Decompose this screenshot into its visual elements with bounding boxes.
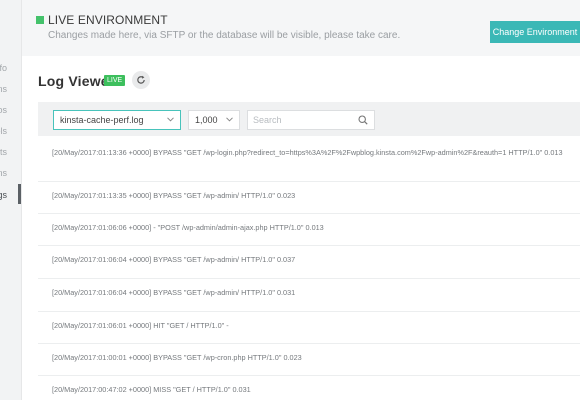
log-entry: [20/May/2017:01:13:36 +0000] BYPASS "GET… [38,142,580,182]
refresh-button[interactable] [132,71,150,89]
log-entry: [20/May/2017:01:06:06 +0000] - "POST /wp… [38,214,580,246]
log-entry: [20/May/2017:01:06:04 +0000] BYPASS "GET… [38,246,580,279]
chevron-down-icon [167,117,174,122]
log-file-select-value: kinsta-cache-perf.log [60,115,144,125]
change-environment-button[interactable]: Change Environment [490,21,580,43]
chevron-down-icon [226,117,233,122]
log-entry: [20/May/2017:01:13:35 +0000] BYPASS "GET… [38,182,580,214]
sidebar-item-info[interactable]: fo [0,63,7,73]
refresh-icon [137,75,145,84]
search-input[interactable] [248,111,356,129]
page-title: Log Viewer [38,73,115,89]
log-toolbar: kinsta-cache-perf.log 1,000 [38,102,580,136]
environment-title: LIVE ENVIRONMENT [48,13,168,27]
log-entry: [20/May/2017:01:00:01 +0000] BYPASS "GET… [38,344,580,376]
sidebar-item-redirects[interactable]: cts [0,147,7,157]
sidebar-item-tools[interactable]: ols [0,126,7,136]
environment-description: Changes made here, via SFTP or the datab… [48,30,401,41]
sidebar-item-plugins[interactable]: ns [0,168,7,178]
sidebar-item-domains[interactable]: ns [0,84,7,94]
live-indicator-icon [36,16,44,24]
sidebar-item-logs[interactable]: gs [0,190,7,200]
line-count-select[interactable]: 1,000 [188,110,240,130]
log-entry: [20/May/2017:01:06:04 +0000] BYPASS "GET… [38,279,580,312]
log-entry: [20/May/2017:01:06:01 +0000] HIT "GET / … [38,312,580,344]
log-file-select[interactable]: kinsta-cache-perf.log [53,110,181,130]
sidebar: fo ns os ols cts ns gs [0,0,22,400]
sidebar-item-backups[interactable]: os [0,105,7,115]
log-viewer-panel: Log Viewer LIVE kinsta-cache-perf.log 1,… [22,56,580,400]
log-entry: [20/May/2017:00:47:02 +0000] MISS "GET /… [52,385,251,394]
sidebar-active-marker [18,184,21,204]
line-count-select-value: 1,000 [195,115,218,125]
search-icon[interactable] [358,115,368,125]
search-box [247,110,375,130]
live-badge: LIVE [104,75,126,86]
